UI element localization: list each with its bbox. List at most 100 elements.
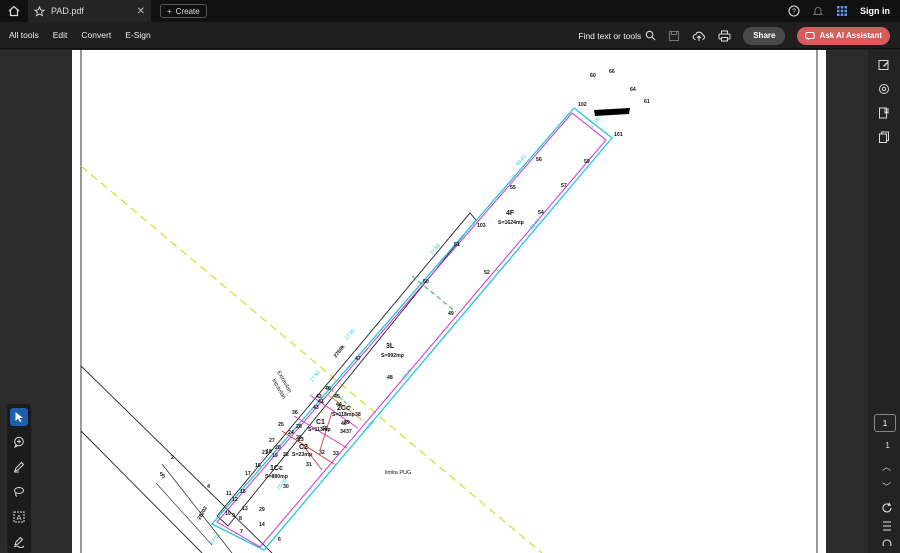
right-rail bbox=[868, 50, 900, 553]
draw-tool[interactable] bbox=[10, 483, 28, 501]
left-rail: A bbox=[0, 50, 70, 553]
pages-panel-button[interactable] bbox=[875, 128, 893, 146]
title-bar: PAD.pdf ✕ + Create ? Sign in bbox=[0, 0, 900, 22]
current-page-input[interactable]: 1 bbox=[874, 414, 896, 432]
point-label: C2 bbox=[299, 444, 308, 451]
menu-edit[interactable]: Edit bbox=[53, 30, 68, 40]
point-label: 4 bbox=[207, 484, 210, 490]
menu-bar: All tools Edit Convert E-Sign bbox=[0, 30, 151, 40]
point-label: 60 bbox=[590, 73, 596, 79]
tab-title: PAD.pdf bbox=[51, 6, 84, 16]
svg-text:17.00: 17.00 bbox=[589, 116, 602, 130]
comment-add-icon bbox=[13, 436, 24, 448]
point-label: 59 bbox=[584, 159, 590, 165]
ai-label: Ask AI Assistant bbox=[819, 31, 882, 40]
apps-grid-icon[interactable] bbox=[836, 5, 848, 17]
plus-icon: + bbox=[167, 6, 172, 16]
comments-panel-button[interactable] bbox=[875, 80, 893, 98]
point-label: 3 bbox=[162, 474, 165, 480]
point-label: 13 bbox=[242, 506, 248, 512]
find-label: Find text or tools bbox=[578, 30, 642, 41]
chevron-up-icon: ︿ bbox=[881, 462, 891, 472]
highlight-tool[interactable] bbox=[10, 458, 28, 476]
point-label: 2Cc bbox=[337, 405, 350, 412]
chevron-down-icon: ﹀ bbox=[881, 482, 891, 492]
select-tool[interactable] bbox=[10, 408, 28, 426]
sign-tool[interactable] bbox=[10, 533, 28, 551]
rotate-icon[interactable] bbox=[881, 502, 893, 514]
menu-all-tools[interactable]: All tools bbox=[9, 30, 39, 40]
point-label: 17 bbox=[245, 471, 251, 477]
point-label: S=1624mp bbox=[498, 220, 524, 226]
search-icon bbox=[645, 30, 656, 41]
previous-page-button[interactable]: ︿ bbox=[882, 460, 891, 473]
comment-tool[interactable] bbox=[10, 433, 28, 451]
help-icon[interactable]: ? bbox=[788, 5, 800, 17]
point-label: 50 bbox=[423, 279, 429, 285]
cursor-arrow-icon bbox=[15, 412, 23, 422]
svg-text:A: A bbox=[16, 513, 21, 522]
scroll-mode-icon[interactable] bbox=[881, 520, 893, 532]
point-label: 101 bbox=[614, 132, 623, 138]
point-label: 36 bbox=[292, 410, 298, 416]
point-label: 39 bbox=[344, 420, 350, 426]
point-label: 66 bbox=[609, 69, 615, 75]
point-label: 15 bbox=[240, 489, 246, 495]
point-label: 54 bbox=[538, 210, 544, 216]
edit-panel-icon bbox=[878, 60, 889, 70]
point-label: C1 bbox=[316, 419, 325, 426]
point-label: 32 bbox=[319, 450, 325, 456]
create-label: Create bbox=[175, 6, 200, 16]
text-tool[interactable]: A bbox=[10, 508, 28, 526]
share-button[interactable]: Share bbox=[743, 26, 786, 45]
bell-icon[interactable] bbox=[812, 5, 824, 17]
point-label: 18 bbox=[266, 449, 272, 455]
point-label: S=880mp bbox=[265, 474, 288, 480]
document-workspace: A 17.00 60.43 60.43 17.83 58.20 17.85 17… bbox=[0, 50, 900, 553]
main-toolbar: All tools Edit Convert E-Sign Find text … bbox=[0, 22, 900, 49]
print-icon[interactable] bbox=[718, 30, 731, 42]
point-label: 8 bbox=[239, 516, 242, 522]
svg-text:?: ? bbox=[792, 9, 796, 16]
pdf-page[interactable]: 17.00 60.43 60.43 17.83 58.20 17.85 17.8… bbox=[72, 50, 826, 553]
lasso-icon bbox=[14, 487, 24, 497]
point-label: 24 bbox=[288, 430, 294, 436]
point-label: 61 bbox=[644, 99, 650, 105]
at-comment-icon bbox=[879, 84, 889, 94]
point-label: 11 bbox=[226, 491, 232, 497]
point-label: 22 bbox=[283, 452, 289, 458]
text-box-icon: A bbox=[13, 511, 25, 523]
save-icon[interactable] bbox=[668, 30, 680, 42]
point-label: 46 bbox=[325, 386, 331, 392]
ask-ai-button[interactable]: Ask AI Assistant bbox=[797, 26, 890, 45]
point-label: 28202 bbox=[197, 505, 209, 521]
edit-pdf-panel-button[interactable] bbox=[875, 56, 893, 74]
point-label: 16 bbox=[255, 463, 261, 469]
find-tools-button[interactable]: Find text or tools bbox=[578, 30, 656, 41]
next-page-button[interactable]: ﹀ bbox=[882, 480, 891, 493]
point-label: 33 bbox=[333, 451, 339, 457]
point-label: 41 bbox=[318, 399, 324, 405]
menu-convert[interactable]: Convert bbox=[81, 30, 111, 40]
star-icon[interactable] bbox=[34, 5, 45, 17]
svg-text:17.85: 17.85 bbox=[344, 328, 357, 342]
sign-in-button[interactable]: Sign in bbox=[860, 6, 890, 16]
home-button[interactable] bbox=[0, 0, 28, 22]
point-label: 52 bbox=[484, 270, 490, 276]
point-label: 9 bbox=[232, 513, 235, 519]
upload-cloud-icon[interactable] bbox=[692, 30, 706, 42]
document-tab[interactable]: PAD.pdf ✕ bbox=[28, 0, 152, 22]
bookmarks-panel-button[interactable] bbox=[875, 104, 893, 122]
point-label: 29 bbox=[259, 507, 265, 513]
point-label: 27 bbox=[269, 438, 275, 444]
point-label: 45 bbox=[334, 394, 340, 400]
total-pages: 1 bbox=[885, 440, 890, 450]
zoom-icon[interactable] bbox=[881, 538, 893, 546]
point-label: 51 bbox=[454, 242, 460, 248]
point-label: 64 bbox=[630, 87, 636, 93]
close-tab-icon[interactable]: ✕ bbox=[137, 6, 145, 17]
create-button[interactable]: + Create bbox=[160, 4, 207, 18]
menu-esign[interactable]: E-Sign bbox=[125, 30, 151, 40]
pen-icon bbox=[14, 461, 25, 473]
point-label: 47 bbox=[355, 356, 361, 362]
